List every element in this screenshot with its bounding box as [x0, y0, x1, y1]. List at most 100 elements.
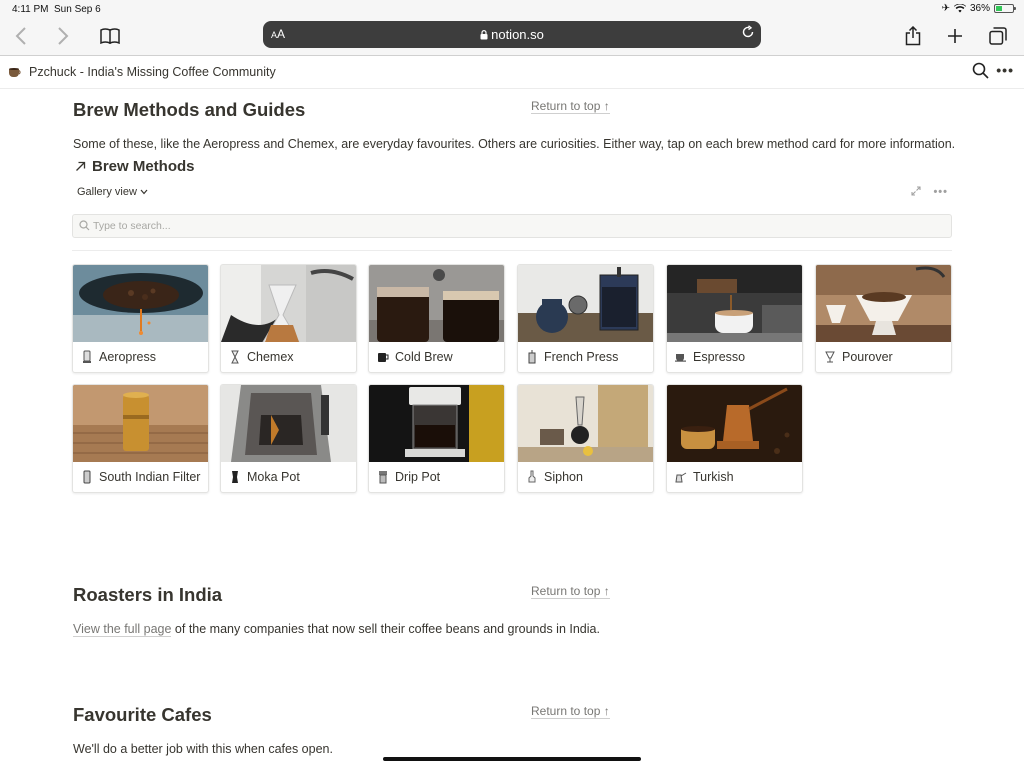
heading-cafes: Favourite Cafes [73, 704, 212, 725]
gallery-card-siphon[interactable]: Siphon [517, 384, 654, 493]
status-bar: 4:11 PM Sun Sep 6 ✈ 36% [0, 0, 1024, 18]
french-press-icon [526, 350, 538, 364]
card-label: South Indian Filter [81, 470, 200, 484]
espresso-cup-icon [675, 350, 687, 364]
card-image [816, 265, 951, 342]
card-label: Chemex [229, 350, 294, 364]
card-image [369, 385, 504, 462]
card-image [73, 385, 208, 462]
card-image [221, 265, 356, 342]
airplane-icon: ✈ [941, 3, 950, 14]
card-image [518, 385, 653, 462]
coffee-cup-icon [9, 68, 21, 77]
gallery-card-chemex[interactable]: Chemex [220, 264, 357, 373]
card-image [369, 265, 504, 342]
heading-roasters: Roasters in India [73, 584, 223, 605]
card-image [221, 385, 356, 462]
chemex-icon [229, 350, 241, 364]
roasters-text: View the full page of the many companies… [73, 622, 600, 637]
chevron-down-icon [140, 189, 148, 195]
tabs-button[interactable] [985, 23, 1011, 49]
book-icon [100, 28, 120, 44]
arrow-up-right-icon [76, 161, 86, 171]
more-options-button[interactable]: ••• [996, 62, 1014, 78]
database-actions: ••• [911, 186, 948, 199]
moka-pot-icon [229, 470, 241, 484]
home-indicator[interactable] [383, 757, 641, 761]
gallery-card-moka-pot[interactable]: Moka Pot [220, 384, 357, 493]
card-image [518, 265, 653, 342]
gallery-card-cold-brew[interactable]: Cold Brew [368, 264, 505, 373]
return-to-top-link[interactable]: Return to top ↑ [531, 704, 610, 719]
card-label: Moka Pot [229, 470, 300, 484]
share-icon [905, 26, 921, 46]
return-to-top-link[interactable]: Return to top ↑ [531, 584, 610, 599]
jar-icon [377, 350, 389, 364]
gallery-card-french-press[interactable]: French Press [517, 264, 654, 373]
card-label: Siphon [526, 470, 583, 484]
roasters-description: of the many companies that now sell thei… [171, 622, 600, 636]
status-time: 4:11 PM [12, 4, 49, 15]
address-bar[interactable]: AA notion.so [263, 21, 761, 48]
wifi-icon [953, 4, 966, 13]
breadcrumb-title: Pzchuck - India's Missing Coffee Communi… [29, 65, 276, 79]
chevron-right-icon [58, 27, 69, 45]
aeropress-icon [81, 350, 93, 364]
card-label: Pourover [824, 350, 893, 364]
heading-brew-methods: Brew Methods and Guides [73, 99, 306, 120]
browser-toolbar: AA notion.so [0, 18, 1024, 56]
lock-icon [480, 30, 488, 40]
chevron-left-icon [15, 27, 26, 45]
battery-percent: 36% [969, 3, 990, 14]
search-input[interactable] [93, 218, 913, 234]
card-label: Aeropress [81, 350, 156, 364]
dripper-icon [824, 350, 836, 364]
database-more-button[interactable]: ••• [933, 186, 948, 199]
brew-intro-text: Some of these, like the Aeropress and Ch… [73, 137, 956, 151]
cezve-icon [675, 470, 687, 484]
view-full-page-link[interactable]: View the full page [73, 622, 172, 637]
breadcrumb[interactable]: Pzchuck - India's Missing Coffee Communi… [8, 65, 276, 79]
card-image [667, 265, 802, 342]
cafes-text: We'll do a better job with this when caf… [73, 742, 333, 756]
gallery-card-south-indian-filter[interactable]: South Indian Filter [72, 384, 209, 493]
new-tab-button[interactable] [942, 23, 968, 49]
bookmarks-button[interactable] [97, 23, 123, 49]
view-selector[interactable]: Gallery view [77, 186, 148, 198]
view-name: Gallery view [77, 186, 137, 198]
url-host: notion.so [263, 27, 761, 42]
gallery-card-drip-pot[interactable]: Drip Pot [368, 384, 505, 493]
card-image [73, 265, 208, 342]
gallery-card-aeropress[interactable]: Aeropress [72, 264, 209, 373]
linked-database-title[interactable]: Brew Methods [75, 158, 195, 175]
siphon-icon [526, 470, 538, 484]
return-to-top-link[interactable]: Return to top ↑ [531, 99, 610, 114]
gallery-card-pourover[interactable]: Pourover [815, 264, 952, 373]
divider [72, 250, 952, 251]
card-label: Cold Brew [377, 350, 453, 364]
expand-icon[interactable] [911, 186, 921, 199]
search-icon [972, 62, 989, 79]
forward-button[interactable] [50, 23, 76, 49]
card-label: Drip Pot [377, 470, 440, 484]
reload-icon [742, 25, 754, 38]
database-search [72, 214, 952, 238]
gallery-card-turkish[interactable]: Turkish [666, 384, 803, 493]
tabs-icon [989, 27, 1007, 45]
notion-topbar: Pzchuck - India's Missing Coffee Communi… [0, 56, 1024, 89]
search-button[interactable] [972, 62, 989, 84]
card-label: Turkish [675, 470, 734, 484]
gallery-card-espresso[interactable]: Espresso [666, 264, 803, 373]
share-button[interactable] [900, 23, 926, 49]
card-label: Espresso [675, 350, 745, 364]
card-image [667, 385, 802, 462]
database-name: Brew Methods [92, 158, 195, 175]
battery-icon [994, 4, 1016, 13]
plus-icon [948, 29, 962, 43]
status-date: Sun Sep 6 [54, 4, 101, 15]
drip-pot-icon [377, 470, 389, 484]
filter-icon [81, 470, 93, 484]
status-indicators: ✈ 36% [941, 3, 1016, 14]
back-button[interactable] [8, 23, 34, 49]
reload-button[interactable] [741, 25, 755, 44]
